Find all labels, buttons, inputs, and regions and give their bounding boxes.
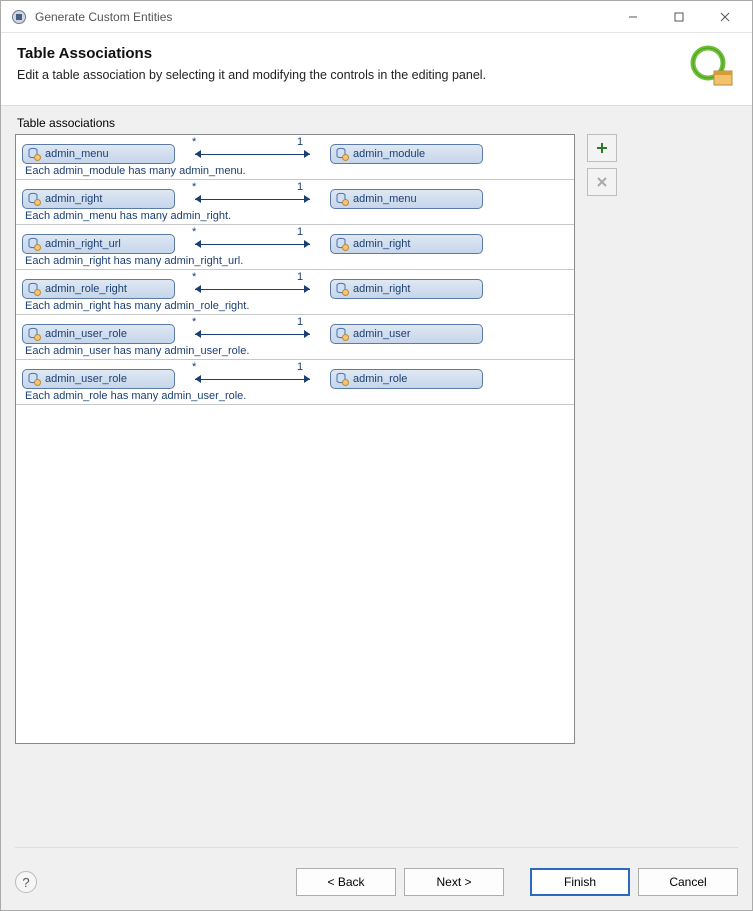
window-title: Generate Custom Entities [35,10,610,24]
associations-panel[interactable]: *1admin_menuadmin_moduleEach admin_modul… [15,134,575,744]
association-item[interactable]: *1admin_rightadmin_menuEach admin_menu h… [16,180,574,225]
help-button[interactable]: ? [15,871,37,893]
table-chip-right[interactable]: admin_module [330,144,483,164]
next-button[interactable]: Next > [404,868,504,896]
table-name-left: admin_user_role [45,328,127,340]
association-description: Each admin_right has many admin_role_rig… [25,300,568,312]
table-name-right: admin_module [353,148,425,160]
table-name-right: admin_menu [353,193,417,205]
app-icon [11,9,27,25]
wizard-banner-icon [686,43,736,93]
maximize-button[interactable] [656,2,702,32]
remove-association-button [587,168,617,196]
wizard-footer: ? < Back Next > Finish Cancel [1,854,752,910]
table-name-right: admin_right [353,238,410,250]
table-chip-right[interactable]: admin_user [330,324,483,344]
table-chip-right[interactable]: admin_right [330,234,483,254]
wizard-header: Table Associations Edit a table associat… [1,33,752,106]
table-chip-left[interactable]: admin_role_right [22,279,175,299]
association-connector [195,369,310,389]
titlebar: Generate Custom Entities [1,1,752,33]
association-description: Each admin_role has many admin_user_role… [25,390,568,402]
table-icon [335,327,349,341]
association-connector [195,144,310,164]
section-label: Table associations [17,116,738,130]
association-item[interactable]: *1admin_user_roleadmin_roleEach admin_ro… [16,360,574,405]
table-icon [335,282,349,296]
table-name-left: admin_role_right [45,283,127,295]
association-connector [195,234,310,254]
add-association-button[interactable] [587,134,617,162]
minimize-button[interactable] [610,2,656,32]
table-chip-right[interactable]: admin_role [330,369,483,389]
wizard-body: Table associations *1admin_menuadmin_mod… [1,106,752,854]
table-chip-right[interactable]: admin_right [330,279,483,299]
table-icon [27,147,41,161]
table-name-left: admin_user_role [45,373,127,385]
cancel-button[interactable]: Cancel [638,868,738,896]
table-icon [335,147,349,161]
table-chip-left[interactable]: admin_right_url [22,234,175,254]
table-icon [27,282,41,296]
table-icon [27,327,41,341]
table-name-right: admin_role [353,373,407,385]
association-connector [195,279,310,299]
table-name-left: admin_right_url [45,238,121,250]
separator [15,847,738,848]
association-connector [195,189,310,209]
finish-button[interactable]: Finish [530,868,630,896]
table-name-right: admin_user [353,328,410,340]
table-icon [335,192,349,206]
association-item[interactable]: *1admin_menuadmin_moduleEach admin_modul… [16,135,574,180]
table-chip-left[interactable]: admin_menu [22,144,175,164]
dialog-window: Generate Custom Entities Table Associati… [0,0,753,911]
association-connector [195,324,310,344]
table-icon [27,372,41,386]
table-icon [335,372,349,386]
association-item[interactable]: *1admin_role_rightadmin_rightEach admin_… [16,270,574,315]
close-button[interactable] [702,2,748,32]
page-title: Table Associations [17,45,678,62]
table-chip-right[interactable]: admin_menu [330,189,483,209]
table-chip-left[interactable]: admin_user_role [22,324,175,344]
table-icon [27,237,41,251]
table-chip-left[interactable]: admin_right [22,189,175,209]
association-item[interactable]: *1admin_user_roleadmin_userEach admin_us… [16,315,574,360]
association-item[interactable]: *1admin_right_urladmin_rightEach admin_r… [16,225,574,270]
association-description: Each admin_right has many admin_right_ur… [25,255,568,267]
table-name-left: admin_right [45,193,102,205]
table-icon [27,192,41,206]
table-chip-left[interactable]: admin_user_role [22,369,175,389]
association-description: Each admin_user has many admin_user_role… [25,345,568,357]
page-subtitle: Edit a table association by selecting it… [17,68,678,82]
table-name-right: admin_right [353,283,410,295]
association-description: Each admin_menu has many admin_right. [25,210,568,222]
association-description: Each admin_module has many admin_menu. [25,165,568,177]
table-icon [335,237,349,251]
back-button[interactable]: < Back [296,868,396,896]
table-name-left: admin_menu [45,148,109,160]
